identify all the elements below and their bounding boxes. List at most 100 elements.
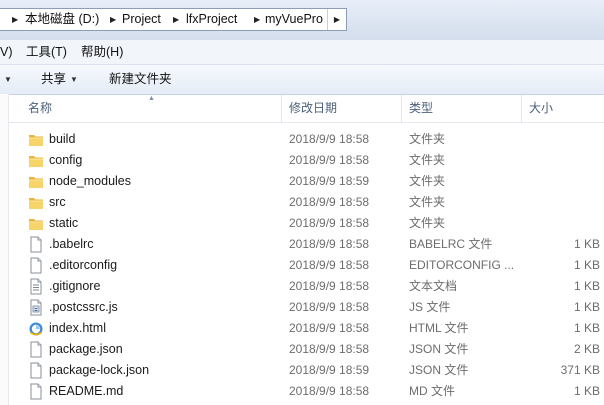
file-type: BABELRC 文件 <box>409 237 493 251</box>
column-divider[interactable] <box>401 95 402 122</box>
breadcrumb-item-lfxproject[interactable]: lfxProject <box>186 9 237 30</box>
file-name: node_modules <box>49 174 132 188</box>
column-name[interactable]: 名称 <box>28 95 52 122</box>
file-type: JSON 文件 <box>409 342 469 356</box>
folder-icon <box>28 131 44 148</box>
breadcrumb-arrow-icon[interactable]: ▶ <box>254 9 260 30</box>
file-icon <box>28 236 44 253</box>
folder-icon <box>28 173 44 190</box>
file-size: 1 KB <box>573 258 600 272</box>
share-button[interactable]: 共享 <box>41 65 66 94</box>
share-dropdown-icon[interactable]: ▼ <box>70 65 78 94</box>
file-name: src <box>49 195 66 209</box>
script-file-icon <box>28 299 44 316</box>
file-size: 2 KB <box>573 342 600 356</box>
menu-tools[interactable]: 工具(T) <box>26 40 67 64</box>
file-row[interactable]: README.md 2018/9/9 18:58 MD 文件 1 KB <box>9 381 604 402</box>
html-file-icon <box>28 320 44 337</box>
breadcrumb-arrow-icon[interactable]: ▶ <box>110 9 116 30</box>
file-size: 1 KB <box>573 321 600 335</box>
file-name: build <box>49 132 76 146</box>
file-row[interactable]: index.html 2018/9/9 18:58 HTML 文件 1 KB <box>9 318 604 339</box>
menu-view[interactable]: V) <box>0 40 13 64</box>
file-modified-date: 2018/9/9 18:59 <box>289 363 370 377</box>
menu-help[interactable]: 帮助(H) <box>81 40 123 64</box>
file-modified-date: 2018/9/9 18:58 <box>289 132 370 146</box>
breadcrumb-item-project[interactable]: Project <box>122 9 161 30</box>
file-modified-date: 2018/9/9 18:58 <box>289 342 370 356</box>
file-row[interactable]: config 2018/9/9 18:58 文件夹 <box>9 150 604 171</box>
sort-ascending-icon: ▲ <box>148 95 155 102</box>
breadcrumb[interactable]: ▶ 本地磁盘 (D:) ▶ Project ▶ lfxProject ▶ myV… <box>0 8 347 31</box>
file-size: 1 KB <box>573 237 600 251</box>
column-date[interactable]: 修改日期 <box>289 95 337 122</box>
file-modified-date: 2018/9/9 18:58 <box>289 153 370 167</box>
text-file-icon <box>28 278 44 295</box>
breadcrumb-item-myvuepro[interactable]: myVuePro <box>265 9 323 30</box>
file-name: config <box>49 153 83 167</box>
column-divider[interactable] <box>521 95 522 122</box>
file-type: HTML 文件 <box>409 321 469 335</box>
file-type: 文件夹 <box>409 132 446 146</box>
column-header: ▲ 名称 修改日期 类型 大小 <box>0 95 604 123</box>
file-row[interactable]: .babelrc 2018/9/9 18:58 BABELRC 文件 1 KB <box>9 234 604 255</box>
file-modified-date: 2018/9/9 18:58 <box>289 321 370 335</box>
file-modified-date: 2018/9/9 18:58 <box>289 279 370 293</box>
file-modified-date: 2018/9/9 18:58 <box>289 216 370 230</box>
file-row[interactable]: .postcssrc.js 2018/9/9 18:58 JS 文件 1 KB <box>9 297 604 318</box>
file-modified-date: 2018/9/9 18:58 <box>289 258 370 272</box>
folder-icon <box>28 152 44 169</box>
file-type: JSON 文件 <box>409 363 469 377</box>
file-name: package-lock.json <box>49 363 150 377</box>
file-name: .gitignore <box>49 279 101 293</box>
command-bar: ▼ 共享 ▼ 新建文件夹 <box>0 65 604 95</box>
file-type: 文件夹 <box>409 153 446 167</box>
file-modified-date: 2018/9/9 18:58 <box>289 384 370 398</box>
file-name: README.md <box>49 384 124 398</box>
file-size: 1 KB <box>573 279 600 293</box>
file-name: .babelrc <box>49 237 94 251</box>
file-icon <box>28 362 44 379</box>
file-size: 1 KB <box>573 384 600 398</box>
folder-icon <box>28 215 44 232</box>
file-name: .editorconfig <box>49 258 118 272</box>
file-type: JS 文件 <box>409 300 451 314</box>
file-row[interactable]: package.json 2018/9/9 18:58 JSON 文件 2 KB <box>9 339 604 360</box>
file-modified-date: 2018/9/9 18:59 <box>289 174 370 188</box>
new-folder-button[interactable]: 新建文件夹 <box>109 65 172 94</box>
file-type: 文件夹 <box>409 216 446 230</box>
file-row[interactable]: build 2018/9/9 18:58 文件夹 <box>9 129 604 150</box>
file-row[interactable]: node_modules 2018/9/9 18:59 文件夹 <box>9 171 604 192</box>
file-size: 1 KB <box>573 300 600 314</box>
file-modified-date: 2018/9/9 18:58 <box>289 237 370 251</box>
file-row[interactable]: .gitignore 2018/9/9 18:58 文本文档 1 KB <box>9 276 604 297</box>
file-type: 文件夹 <box>409 174 446 188</box>
file-type: 文件夹 <box>409 195 446 209</box>
folder-icon <box>28 194 44 211</box>
file-row[interactable]: static 2018/9/9 18:58 文件夹 <box>9 213 604 234</box>
file-name: .postcssrc.js <box>49 300 118 314</box>
breadcrumb-item-drive[interactable]: 本地磁盘 (D:) <box>25 9 99 30</box>
column-type[interactable]: 类型 <box>409 95 433 122</box>
column-divider[interactable] <box>281 95 282 122</box>
breadcrumb-dropdown-icon[interactable]: ▶ <box>327 9 346 30</box>
file-row[interactable]: .editorconfig 2018/9/9 18:58 EDITORCONFIG … <box>9 255 604 276</box>
breadcrumb-arrow-icon[interactable]: ▶ <box>12 9 18 30</box>
file-name: static <box>49 216 79 230</box>
address-bar-strip: ▶ 本地磁盘 (D:) ▶ Project ▶ lfxProject ▶ myV… <box>0 0 604 40</box>
navigation-pane-edge <box>0 94 9 405</box>
file-type: EDITORCONFIG ... <box>409 258 515 272</box>
file-size: 371 KB <box>560 363 600 377</box>
file-icon <box>28 341 44 358</box>
file-row[interactable]: src 2018/9/9 18:58 文件夹 <box>9 192 604 213</box>
file-modified-date: 2018/9/9 18:58 <box>289 195 370 209</box>
menu-bar: V) 工具(T) 帮助(H) <box>0 40 604 65</box>
file-modified-date: 2018/9/9 18:58 <box>289 300 370 314</box>
organize-dropdown-icon[interactable]: ▼ <box>4 65 12 94</box>
file-icon <box>28 257 44 274</box>
file-type: 文本文档 <box>409 279 458 293</box>
breadcrumb-arrow-icon[interactable]: ▶ <box>173 9 179 30</box>
column-size[interactable]: 大小 <box>529 95 553 122</box>
file-row[interactable]: package-lock.json 2018/9/9 18:59 JSON 文件 37… <box>9 360 604 381</box>
file-icon <box>28 383 44 400</box>
